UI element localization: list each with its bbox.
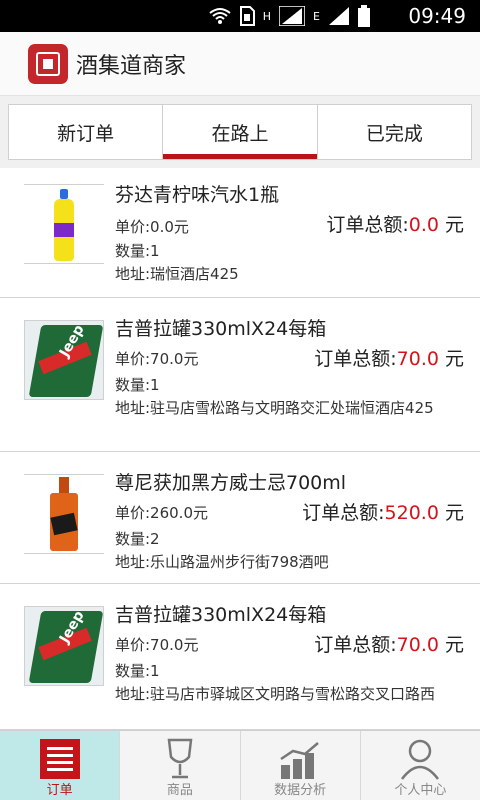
quantity: 数量:2 — [115, 530, 160, 548]
product-name: 尊尼获加黑方威士忌700ml — [115, 472, 347, 494]
order-total-label: 订单总额: — [326, 214, 409, 236]
order-total-amount: 70.0 — [396, 634, 439, 656]
bottom-nav: 订单 商品 数据分析 个人中心 — [0, 730, 480, 800]
order-status-tabs: 新订单 在路上 已完成 — [0, 96, 480, 168]
beer-can-icon: Jeep — [25, 607, 103, 685]
order-total: 订单总额:0.0 元 — [326, 210, 464, 237]
nav-data-analysis[interactable]: 数据分析 — [241, 731, 361, 800]
soda-bottle-icon — [54, 189, 74, 261]
unit-price: 单价:70.0元 — [115, 350, 199, 368]
product-name: 芬达青柠味汽水1瓶 — [115, 184, 280, 206]
order-total-unit: 元 — [438, 214, 464, 236]
signal-icon — [279, 6, 306, 26]
unit-price: 单价:260.0元 — [115, 504, 208, 522]
delivery-address: 地址:瑞恒酒店425 — [115, 265, 239, 283]
order-total-amount: 70.0 — [396, 348, 439, 370]
order-total: 订单总额:70.0 元 — [314, 630, 464, 657]
signal-type-e: E — [313, 9, 320, 23]
order-total-amount: 0.0 — [408, 214, 439, 236]
order-list-icon — [39, 739, 80, 779]
product-name: 吉普拉罐330mlX24每箱 — [115, 604, 327, 626]
app-bar: 酒集道商家 — [0, 32, 480, 96]
nav-orders[interactable]: 订单 — [0, 731, 121, 800]
tab-completed[interactable]: 已完成 — [318, 105, 471, 159]
order-total-label: 订单总额: — [314, 634, 397, 656]
order-total-amount: 520.0 — [384, 502, 439, 524]
order-total-unit: 元 — [438, 634, 464, 656]
order-total: 订单总额:70.0 元 — [314, 344, 464, 371]
wine-logo-icon — [28, 44, 68, 84]
product-image: Jeep — [24, 606, 104, 686]
delivery-address: 地址:乐山路温州步行街798酒吧 — [115, 553, 329, 571]
wine-glass-icon — [167, 738, 193, 779]
app-title: 酒集道商家 — [76, 54, 187, 79]
status-icons: H E — [209, 5, 370, 27]
nav-label: 数据分析 — [274, 783, 327, 798]
status-bar: H E 09:49 — [0, 0, 480, 32]
product-image — [24, 184, 104, 264]
order-item[interactable]: Jeep 吉普拉罐330mlX24每箱 单价:70.0元 订单总额:70.0 元… — [0, 584, 480, 730]
order-total-unit: 元 — [438, 348, 464, 370]
tab-label: 已完成 — [365, 122, 423, 145]
nav-products[interactable]: 商品 — [120, 731, 241, 800]
order-item[interactable]: 芬达青柠味汽水1瓶 单价:0.0元 订单总额:0.0 元 数量:1 地址:瑞恒酒… — [0, 168, 480, 298]
nav-label: 个人中心 — [394, 783, 447, 798]
order-total: 订单总额:520.0 元 — [302, 498, 464, 525]
bar-chart-icon — [280, 742, 319, 779]
nav-label: 订单 — [46, 783, 73, 798]
unit-price: 单价:0.0元 — [115, 218, 189, 236]
signal-type-h: H — [262, 9, 272, 23]
delivery-address: 地址:驻马店市驿城区文明路与雪松路交叉口路西 — [115, 685, 436, 703]
nav-label: 商品 — [166, 783, 193, 798]
whisky-bottle-icon — [48, 475, 80, 553]
order-list: 芬达青柠味汽水1瓶 单价:0.0元 订单总额:0.0 元 数量:1 地址:瑞恒酒… — [0, 168, 480, 730]
person-icon — [401, 739, 440, 780]
nav-profile[interactable]: 个人中心 — [361, 731, 480, 800]
product-name: 吉普拉罐330mlX24每箱 — [115, 318, 327, 340]
signal-icon-secondary — [329, 7, 349, 25]
order-item[interactable]: Jeep 吉普拉罐330mlX24每箱 单价:70.0元 订单总额:70.0 元… — [0, 298, 480, 452]
tab-label: 在路上 — [211, 122, 269, 145]
clock: 09:49 — [408, 4, 466, 28]
tab-in-transit[interactable]: 在路上 — [163, 105, 318, 159]
product-image — [24, 474, 104, 554]
battery-icon — [358, 5, 370, 27]
quantity: 数量:1 — [115, 662, 160, 680]
quantity: 数量:1 — [115, 376, 160, 394]
order-total-unit: 元 — [438, 502, 464, 524]
tab-label: 新订单 — [57, 122, 115, 145]
wifi-icon — [209, 8, 231, 24]
order-total-label: 订单总额: — [314, 348, 397, 370]
order-total-label: 订单总额: — [302, 502, 385, 524]
delivery-address: 地址:驻马店雪松路与文明路交汇处瑞恒酒店425 — [115, 399, 434, 417]
tab-new-orders[interactable]: 新订单 — [9, 105, 164, 159]
unit-price: 单价:70.0元 — [115, 636, 199, 654]
beer-can-icon: Jeep — [25, 321, 103, 399]
order-item[interactable]: 尊尼获加黑方威士忌700ml 单价:260.0元 订单总额:520.0 元 数量… — [0, 452, 480, 584]
product-image: Jeep — [24, 320, 104, 400]
quantity: 数量:1 — [115, 242, 160, 260]
sim-icon — [239, 6, 255, 26]
